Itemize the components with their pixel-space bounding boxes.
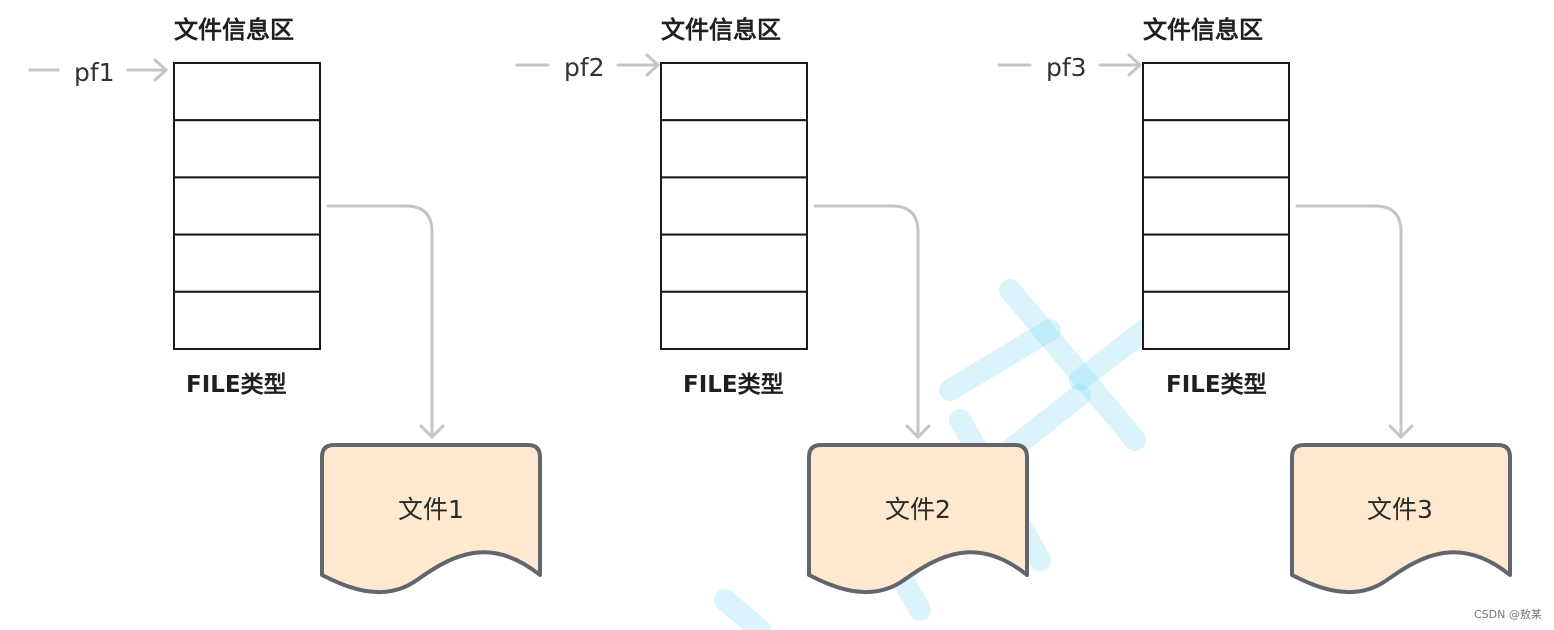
file-struct-3-row-3: [1142, 176, 1290, 236]
info-area-title-3: 文件信息区: [1143, 16, 1263, 44]
file-type-label-3: FILE类型: [1166, 372, 1267, 398]
connector-line-3: [1295, 204, 1403, 439]
diagram-canvas: [28, 53, 1512, 630]
file-struct-3-row-1: [1142, 62, 1290, 122]
file-label-1: 文件1: [398, 495, 464, 524]
connector-line-2: [813, 204, 920, 439]
file-label-3: 文件3: [1367, 495, 1433, 524]
pointer-label-pf3: pf3: [1046, 53, 1087, 82]
file-struct-1-row-2: [173, 119, 321, 179]
file-struct-2-row-3: [660, 176, 808, 236]
file-struct-1-row-5: [173, 290, 321, 350]
file-struct-1-row-1: [173, 62, 321, 122]
file-label-2: 文件2: [885, 495, 951, 524]
file-struct-2-row-4: [660, 233, 808, 293]
file-struct-3-row-2: [1142, 119, 1290, 179]
watermark-stroke-6: [1069, 319, 1156, 391]
file-struct-3-row-5: [1142, 290, 1290, 350]
file-struct-1-row-4: [173, 233, 321, 293]
file-struct-2-row-1: [660, 62, 808, 122]
file-struct-2-row-5: [660, 290, 808, 350]
info-area-title-2: 文件信息区: [661, 16, 781, 44]
watermark-stroke-4: [939, 319, 1061, 401]
file-struct-2-row-2: [660, 119, 808, 179]
info-area-title-1: 文件信息区: [174, 16, 294, 44]
diagram-shapes: [28, 53, 1512, 595]
file-struct-3-row-4: [1142, 233, 1290, 293]
pointer-label-pf1: pf1: [74, 58, 115, 87]
connector-line-1: [326, 204, 434, 439]
file-type-label-1: FILE类型: [186, 372, 287, 398]
watermark-stroke-7: [714, 589, 771, 630]
footer-credit: CSDN @敖某: [1474, 608, 1542, 621]
pointer-label-pf2: pf2: [564, 53, 605, 82]
file-pointer-diagram: 文件信息区 pf1 FILE类型 文件1 文件信息区 pf2 FILE类型 文件…: [0, 0, 1554, 630]
file-struct-1-row-3: [173, 176, 321, 236]
file-type-label-2: FILE类型: [683, 372, 784, 398]
